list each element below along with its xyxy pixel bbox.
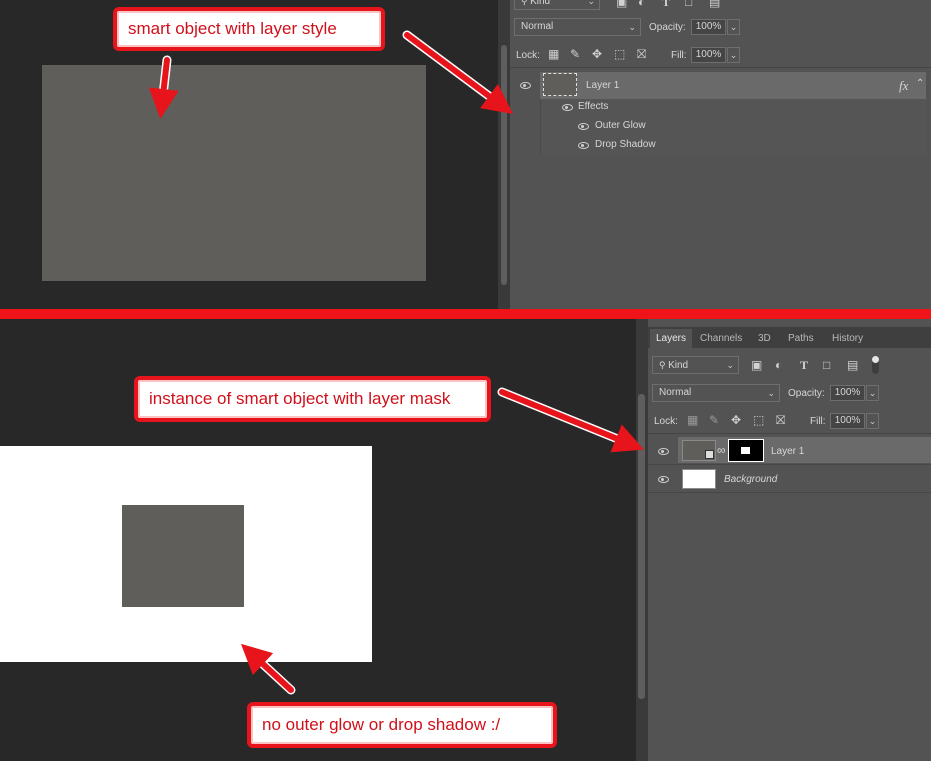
filter-toggle[interactable] [872,356,879,374]
brush-icon[interactable]: ✎ [570,48,580,60]
top-kind-filter[interactable]: ⚲ Kind ⌄ [514,0,600,10]
red-divider-line [0,309,931,319]
top-layer-name[interactable]: Layer 1 [586,80,619,91]
lock-transparency-icon[interactable]: ▦ [687,414,698,426]
smart-object-icon[interactable]: ▤ [847,359,858,371]
search-icon: ⚲ [659,360,669,370]
tab-history[interactable]: History [832,332,863,346]
lock-icon[interactable]: ⛝ [776,414,785,426]
image-icon[interactable]: ▣ [616,0,627,8]
transform-icon[interactable]: □ [823,359,830,371]
eye-icon[interactable] [658,476,669,483]
image-icon[interactable]: ▣ [751,359,762,371]
fx-badge[interactable]: fx [899,78,908,94]
transform-icon[interactable]: □ [685,0,692,8]
effects-label: Effects [578,101,609,112]
top-fill-label: Fill: [671,50,687,61]
bottom-layer-name-layer-1[interactable]: Layer 1 [771,446,804,457]
artboard-icon[interactable]: ⬚ [614,48,625,60]
artboard-icon[interactable]: ⬚ [753,414,764,426]
smart-object-rectangle-top [42,65,426,281]
bottom-opacity-label: Opacity: [788,388,825,399]
smart-object-badge-icon [705,450,714,459]
eye-icon[interactable] [520,82,531,89]
eye-icon[interactable] [562,104,573,111]
smart-object-instance-masked [122,505,244,607]
top-blend-mode-select[interactable]: Normal ⌄ [514,18,641,36]
chevron-down-icon: ⌄ [767,388,775,398]
bottom-blend-mode-select[interactable]: Normal ⌄ [652,384,780,402]
move-icon[interactable]: ✥ [731,414,741,426]
eye-icon[interactable] [658,448,669,455]
chevron-down-icon: ⌄ [587,0,595,6]
smart-object-icon[interactable]: ▤ [709,0,720,8]
top-scrollbar[interactable] [498,0,510,309]
bottom-layer-name-background[interactable]: Background [724,474,777,485]
top-fill-input[interactable]: 100% [691,47,726,63]
top-opacity-label: Opacity: [649,22,686,33]
lock-icon[interactable]: ⛝ [637,48,646,60]
callout-smart-object-layer-style: smart object with layer style [113,7,385,51]
bottom-opacity-chevron[interactable]: ⌄ [866,385,879,401]
smart-object-thumbnail [682,440,716,461]
adjust-icon[interactable]: ◐ [638,0,645,8]
chevron-up-icon[interactable]: ⌃ [916,78,924,89]
type-icon[interactable]: T [662,0,670,8]
layer-thumbnail [543,73,577,96]
tab-channels[interactable]: Channels [700,332,742,346]
type-icon[interactable]: T [800,359,808,371]
callout-instance-layer-mask: instance of smart object with layer mask [134,376,491,422]
top-lock-label: Lock: [516,50,540,61]
tab-paths[interactable]: Paths [788,332,814,346]
bottom-fill-label: Fill: [810,416,826,427]
brush-icon[interactable]: ✎ [709,414,719,426]
top-fill-chevron[interactable]: ⌄ [727,47,740,63]
top-opacity-input[interactable]: 100% [691,19,726,35]
effect-drop-shadow[interactable]: Drop Shadow [595,139,656,150]
tab-layers[interactable]: Layers [656,332,686,346]
eye-icon[interactable] [578,142,589,149]
move-icon[interactable]: ✥ [592,48,602,60]
background-thumbnail [682,469,716,489]
top-layers-panel: ⚲ Kind ⌄ ▣ ◐ T □ ▤ Normal ⌄ Opacity: 100… [510,0,931,309]
tab-3d[interactable]: 3D [758,332,771,346]
adjust-icon[interactable]: ◐ [775,359,782,371]
bottom-kind-filter[interactable]: ⚲ Kind ⌄ [652,356,739,374]
bottom-fill-input[interactable]: 100% [830,413,865,429]
chain-link-icon[interactable]: ∞ [717,443,726,457]
chevron-down-icon: ⌄ [628,22,636,32]
effect-outer-glow[interactable]: Outer Glow [595,120,646,131]
top-opacity-chevron[interactable]: ⌄ [727,19,740,35]
bottom-lock-label: Lock: [654,416,678,427]
callout-no-outer-glow: no outer glow or drop shadow :/ [247,702,557,748]
chevron-down-icon: ⌄ [726,360,734,370]
lock-transparency-icon[interactable]: ▦ [548,48,559,60]
bottom-opacity-input[interactable]: 100% [830,385,865,401]
search-icon: ⚲ [521,0,531,6]
bottom-fill-chevron[interactable]: ⌄ [866,413,879,429]
eye-icon[interactable] [578,123,589,130]
bottom-scrollbar[interactable] [636,319,648,761]
layer-mask-thumbnail[interactable] [728,439,764,462]
